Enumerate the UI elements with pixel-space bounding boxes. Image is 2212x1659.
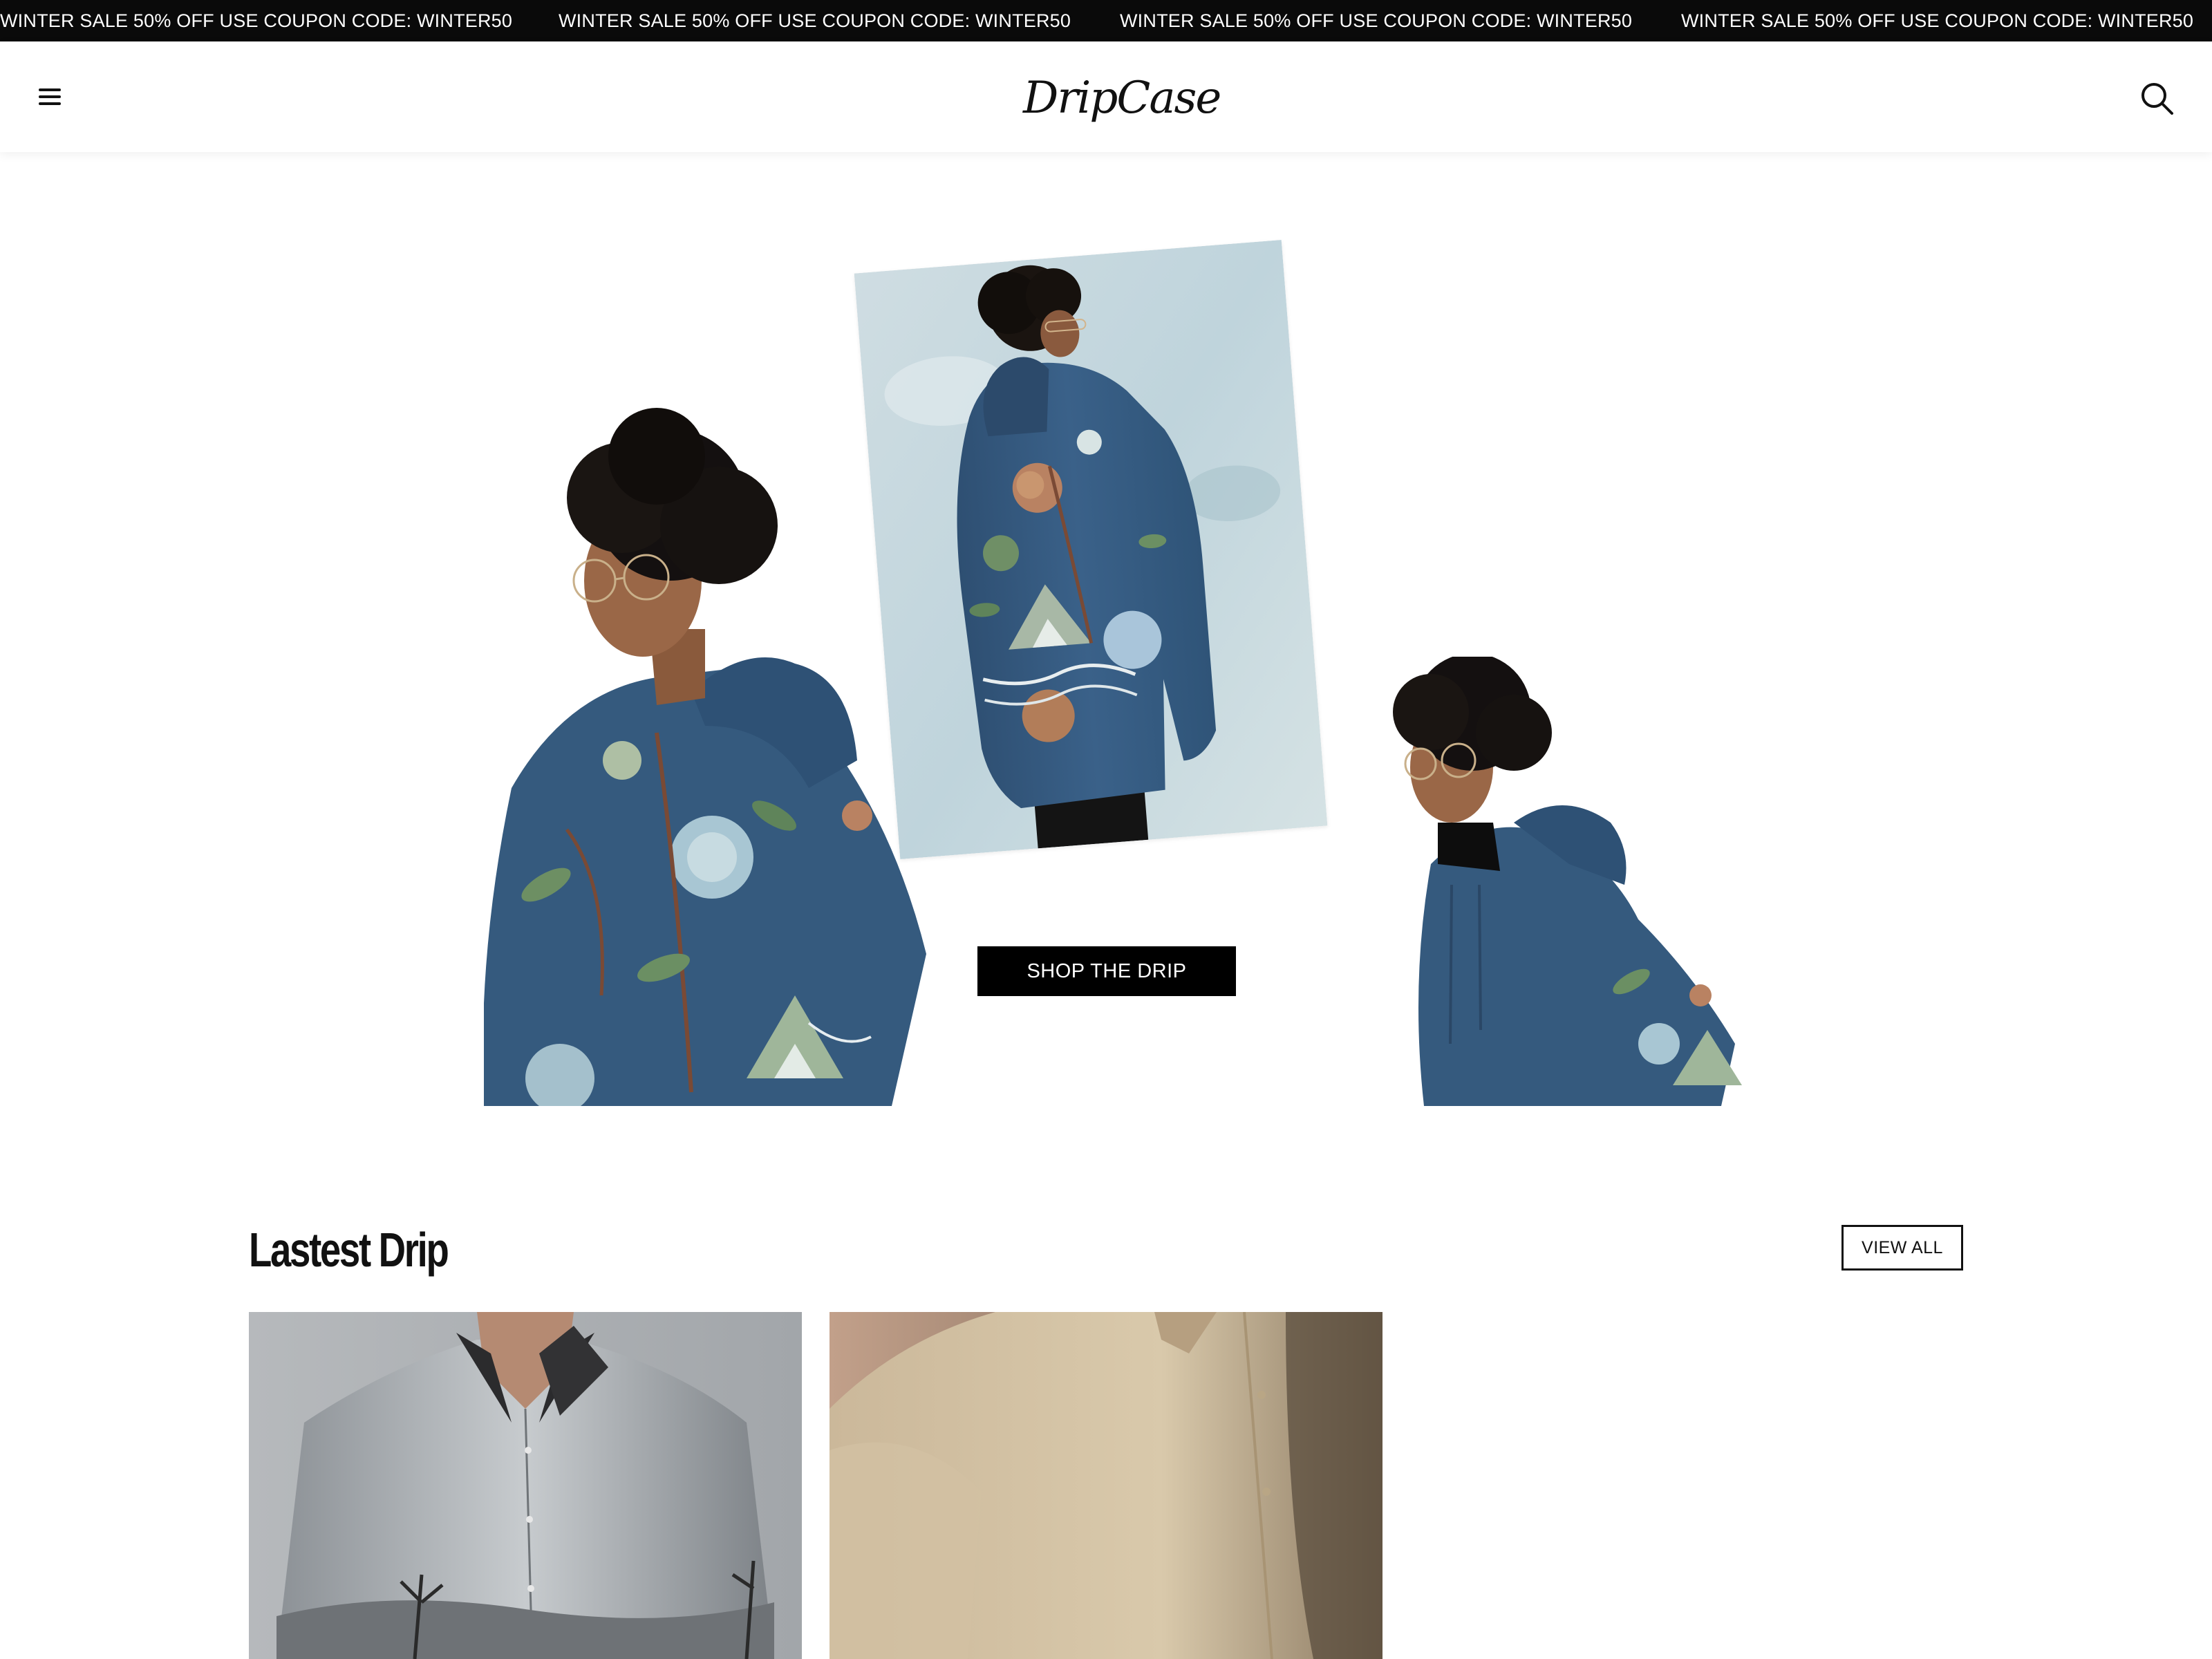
- site-header: DripCase: [0, 41, 2212, 152]
- announcement-text: WINTER SALE 50% OFF USE COUPON CODE: WIN…: [0, 10, 513, 31]
- hamburger-menu-icon[interactable]: [33, 80, 66, 113]
- shop-the-drip-button[interactable]: SHOP THE DRIP: [977, 946, 1236, 996]
- hero-image-side-view-right: [1334, 657, 1756, 1106]
- hero-image-side-view-left: [484, 401, 933, 1106]
- product-image-beige-shirt: [830, 1312, 1382, 1659]
- announcement-text: WINTER SALE 50% OFF USE COUPON CODE: WIN…: [1120, 10, 1633, 31]
- announcement-text: WINTER SALE 50% OFF USE COUPON CODE: WIN…: [559, 10, 1071, 31]
- announcement-bar: WINTER SALE 50% OFF USE COUPON CODE: WIN…: [0, 0, 2212, 41]
- announcement-text: WINTER SALE 50% OFF USE COUPON CODE: WIN…: [1681, 10, 2194, 31]
- brand-logo[interactable]: DripCase: [1023, 71, 1221, 126]
- view-all-button[interactable]: VIEW ALL: [1841, 1225, 1963, 1271]
- product-image-grey-shirt: [249, 1312, 802, 1659]
- product-card[interactable]: [830, 1312, 1382, 1659]
- section-title: Lastest Drip: [249, 1223, 449, 1277]
- search-icon[interactable]: [2136, 77, 2177, 119]
- product-card[interactable]: [249, 1312, 802, 1659]
